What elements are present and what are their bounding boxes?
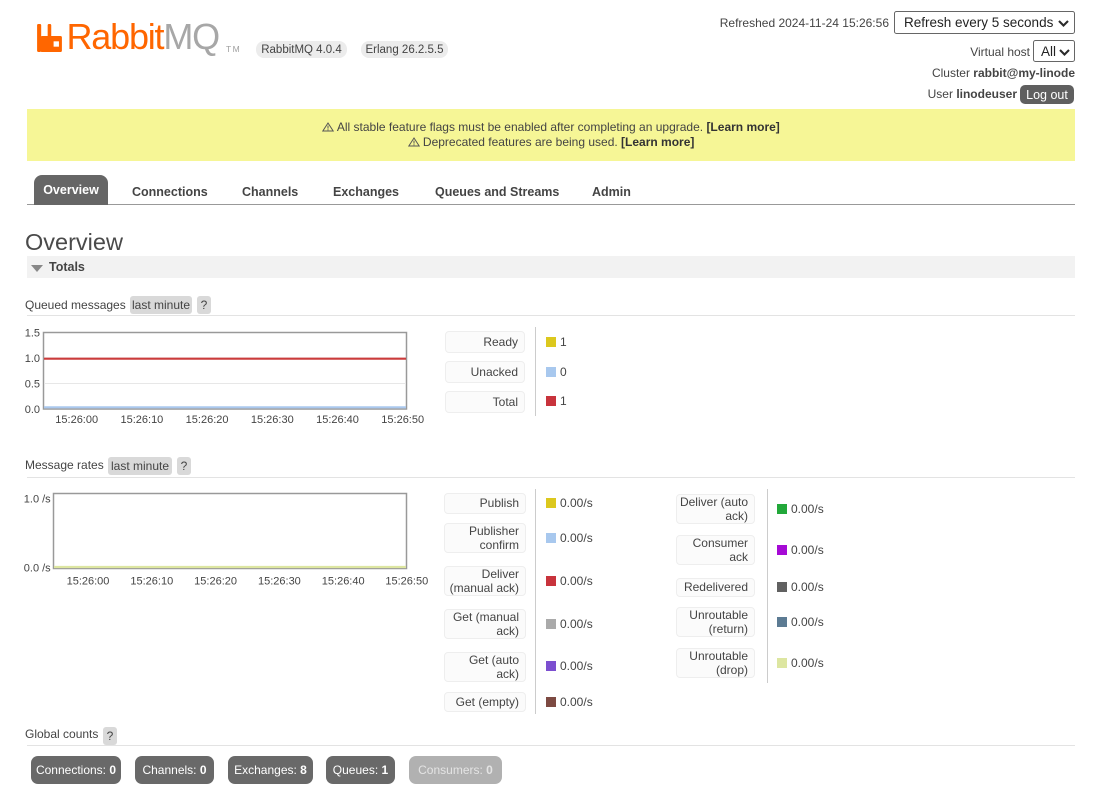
svg-text:15:26:10: 15:26:10 — [130, 576, 173, 588]
svg-text:15:26:00: 15:26:00 — [67, 576, 110, 588]
svg-text:15:26:00: 15:26:00 — [55, 414, 98, 426]
svg-text:1.0 /s: 1.0 /s — [24, 493, 51, 505]
svg-text:15:26:20: 15:26:20 — [186, 414, 229, 426]
svg-text:15:26:30: 15:26:30 — [258, 576, 301, 588]
svg-text:0.0 /s: 0.0 /s — [24, 563, 51, 575]
svg-text:15:26:50: 15:26:50 — [381, 414, 424, 426]
svg-text:15:26:50: 15:26:50 — [385, 576, 428, 588]
svg-text:1.0: 1.0 — [25, 353, 40, 365]
svg-text:15:26:20: 15:26:20 — [194, 576, 237, 588]
svg-text:0.5: 0.5 — [25, 379, 40, 391]
svg-text:15:26:40: 15:26:40 — [322, 576, 365, 588]
svg-text:0.0: 0.0 — [25, 404, 40, 416]
svg-text:15:26:30: 15:26:30 — [251, 414, 294, 426]
svg-text:15:26:40: 15:26:40 — [316, 414, 359, 426]
svg-text:1.5: 1.5 — [25, 328, 40, 340]
svg-text:15:26:10: 15:26:10 — [120, 414, 163, 426]
